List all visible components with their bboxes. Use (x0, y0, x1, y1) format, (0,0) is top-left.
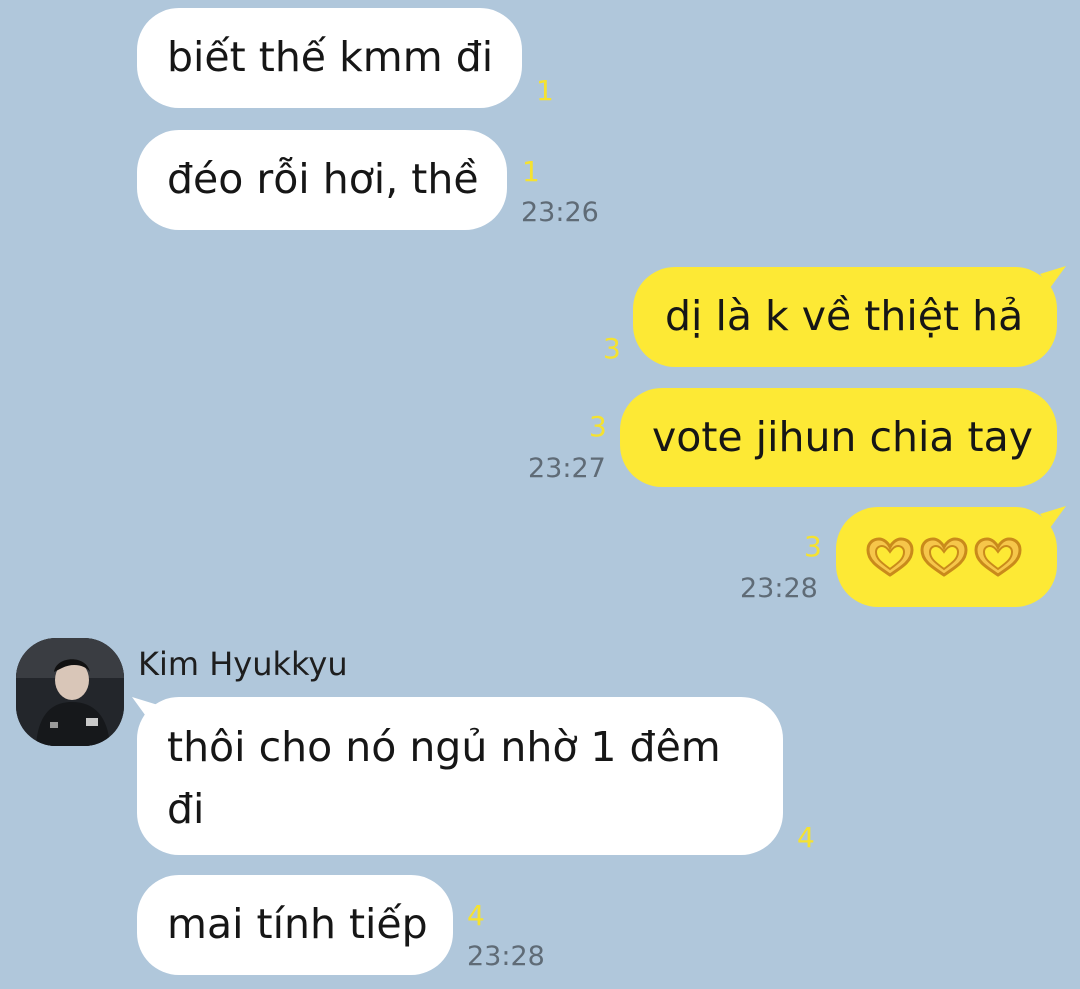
message-timestamp: 23:26 (521, 197, 599, 228)
unread-count: 4 (797, 821, 815, 854)
message-timestamp: 23:28 (467, 941, 545, 972)
message-text: biết thế kmm đi (167, 33, 494, 81)
unread-count: 3 (603, 332, 621, 365)
bubble-tail (1040, 266, 1066, 288)
unread-count: 3 (804, 530, 822, 563)
message-text: dị là k về thiệt hả (665, 292, 1024, 340)
message-text: đéo rỗi hơi, thề (167, 155, 479, 203)
unread-count: 1 (522, 155, 540, 188)
profile-photo (16, 638, 124, 746)
message-text: mai tính tiếp (167, 900, 428, 948)
heart-hands-icon (974, 537, 1022, 577)
message-bubble-incoming[interactable]: thôi cho nó ngủ nhờ 1 đêm đi (137, 697, 783, 855)
sender-name[interactable]: Kim Hyukkyu (138, 644, 348, 684)
message-text-line: đi (167, 785, 205, 833)
bubble-tail (1040, 506, 1066, 528)
avatar[interactable] (16, 638, 124, 746)
unread-count: 3 (589, 410, 607, 443)
message-bubble-outgoing[interactable] (836, 507, 1057, 607)
heart-hands-icon (920, 537, 968, 577)
heart-hands-icon (866, 537, 914, 577)
unread-count: 4 (467, 899, 485, 932)
message-bubble-incoming[interactable]: mai tính tiếp (137, 875, 453, 975)
message-bubble-incoming[interactable]: đéo rỗi hơi, thề (137, 130, 507, 230)
message-timestamp: 23:27 (528, 453, 606, 484)
message-bubble-incoming[interactable]: biết thế kmm đi (137, 8, 522, 108)
unread-count: 1 (536, 74, 554, 107)
message-bubble-outgoing[interactable]: dị là k về thiệt hả (633, 267, 1057, 367)
emoji-group (864, 507, 1057, 607)
message-bubble-outgoing[interactable]: vote jihun chia tay (620, 388, 1057, 487)
message-text-line: thôi cho nó ngủ nhờ 1 đêm (167, 723, 721, 771)
message-text: vote jihun chia tay (652, 413, 1033, 461)
message-timestamp: 23:28 (740, 573, 818, 604)
